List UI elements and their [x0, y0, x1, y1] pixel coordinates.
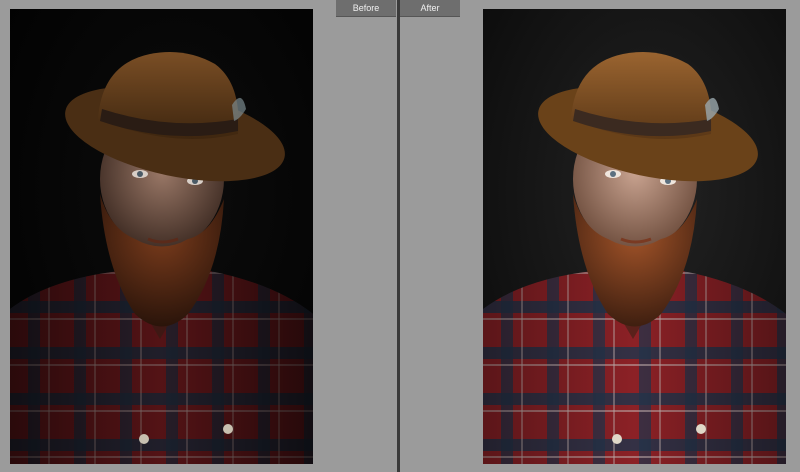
portrait-before — [10, 9, 313, 464]
portrait-after — [483, 9, 786, 464]
before-after-compare-view: Before After — [0, 0, 800, 472]
after-photo — [483, 9, 786, 464]
before-photo — [10, 9, 313, 464]
before-label: Before — [336, 0, 396, 17]
after-label: After — [400, 0, 460, 17]
split-divider[interactable] — [397, 0, 400, 472]
